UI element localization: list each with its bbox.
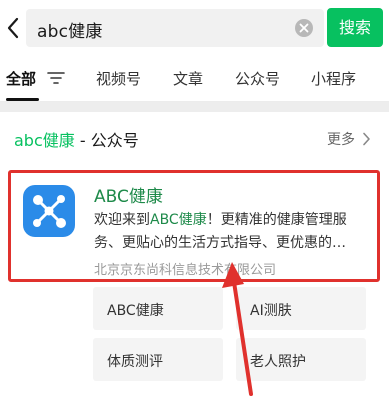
description-prefix: 欢迎来到 — [94, 212, 150, 228]
chevron-right-icon[interactable] — [362, 132, 371, 146]
section-title-suffix: - 公众号 — [74, 131, 139, 150]
quick-link-label: 体质测评 — [107, 354, 163, 370]
search-bar: abc健康 搜索 — [0, 0, 389, 56]
clear-circle-icon[interactable] — [294, 18, 314, 38]
app-logo — [23, 185, 75, 237]
network-nodes-icon — [33, 195, 66, 228]
section-separator — [0, 102, 389, 112]
account-name[interactable]: ABC健康 — [94, 182, 163, 207]
annotation-arrow — [222, 262, 253, 396]
quick-link-abc-health[interactable]: ABC健康 — [93, 287, 223, 330]
section-title: abc健康 - 公众号 — [14, 127, 139, 151]
section-header: abc健康 - 公众号 更多 — [0, 112, 389, 162]
tab-mini-programs[interactable]: 小程序 — [311, 68, 356, 89]
section-title-keyword: abc健康 — [14, 131, 75, 150]
search-input[interactable]: abc健康 — [26, 9, 324, 47]
tab-articles[interactable]: 文章 — [173, 68, 203, 89]
tab-all[interactable]: 全部 — [6, 68, 36, 89]
filter-icon[interactable] — [47, 71, 65, 85]
tab-channels[interactable]: 视频号 — [96, 68, 141, 89]
official-account-result[interactable]: ABC健康 欢迎来到ABC健康！更精准的健康管理服务、更贴心的生活方式指导、更优… — [8, 170, 380, 282]
more-link[interactable]: 更多 — [327, 129, 355, 149]
tab-official-accounts[interactable]: 公众号 — [235, 68, 280, 89]
search-tabs: 全部 视频号 文章 公众号 小程序 — [0, 56, 389, 102]
account-description: 欢迎来到ABC健康！更精准的健康管理服务、更贴心的生活方式指导、更优惠的… — [94, 209, 372, 255]
search-button[interactable]: 搜索 — [327, 8, 383, 47]
quick-link-label: ABC健康 — [107, 303, 164, 319]
chevron-left-icon[interactable] — [4, 16, 24, 40]
quick-link-constitution-test[interactable]: 体质测评 — [93, 338, 223, 381]
search-query[interactable]: abc健康 — [37, 17, 103, 42]
description-highlight: ABC健康 — [150, 212, 207, 228]
